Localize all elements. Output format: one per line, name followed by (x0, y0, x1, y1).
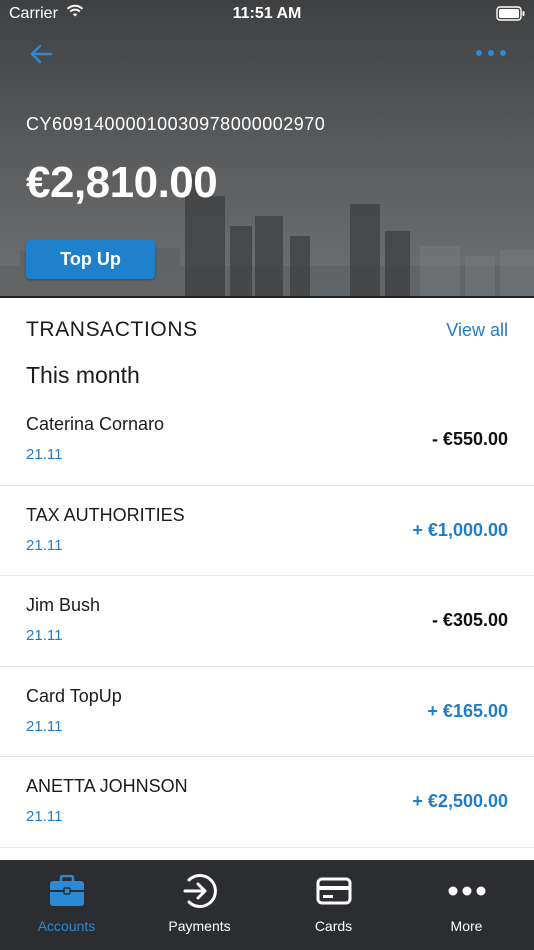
transaction-amount: + €1,000.00 (412, 519, 508, 540)
tab-more[interactable]: More (400, 860, 533, 950)
transaction-row[interactable]: Jim Bush 21.11 - €305.00 (0, 576, 534, 667)
transaction-name: Card TopUp (26, 685, 122, 706)
period-heading: This month (26, 362, 140, 388)
tab-label: Cards (314, 918, 353, 934)
transaction-date: 21.11 (26, 717, 63, 735)
transaction-amount: - €305.00 (431, 610, 508, 630)
tab-cards[interactable]: Cards (267, 860, 400, 950)
transaction-date: 21.11 (26, 627, 63, 644)
transaction-name: ANETTA JOHNSON (26, 776, 188, 796)
transaction-row[interactable]: Caterina Cornaro 21.11 - €550.00 (0, 395, 534, 486)
view-all-link[interactable]: View all (446, 320, 508, 341)
transaction-row[interactable]: TAX AUTHORITIES 21.11 + €1,000.00 (0, 486, 534, 576)
briefcase-icon (0, 872, 133, 910)
tab-accounts[interactable]: Accounts (0, 860, 133, 950)
card-icon (267, 872, 400, 910)
clock-time: 11:51 AM (232, 5, 302, 22)
dots-icon (400, 872, 533, 910)
more-options-icon[interactable] (474, 44, 508, 62)
transaction-name: Jim Bush (26, 595, 101, 615)
tab-label: Accounts (37, 918, 96, 934)
tab-label: Payments (168, 918, 231, 934)
transaction-date: 21.11 (26, 808, 63, 825)
transactions-title: TRANSACTIONS (26, 318, 198, 341)
transaction-date: 21.11 (26, 446, 63, 463)
bottom-tab-bar: Accounts Payments Cards More (0, 860, 534, 950)
top-up-button[interactable]: Top Up (26, 240, 155, 279)
transaction-row[interactable]: Card TopUp 21.11 + €165.00 (0, 667, 534, 757)
transaction-name: Caterina Cornaro (26, 414, 165, 434)
account-iban: CY60914000010030978000002970 (26, 114, 326, 134)
transaction-amount: - €550.00 (431, 429, 508, 449)
status-bar: Carrier 11:51 AM (0, 0, 534, 28)
transaction-list: Caterina Cornaro 21.11 - €550.00 TAX AUT… (0, 395, 534, 848)
account-balance: €2,810.00 (26, 158, 218, 207)
back-arrow-icon[interactable] (26, 40, 56, 68)
transaction-date: 21.11 (26, 536, 63, 554)
arrow-circle-icon (133, 872, 266, 910)
transaction-amount: + €2,500.00 (412, 791, 508, 811)
tab-label: More (450, 918, 483, 934)
tab-payments[interactable]: Payments (133, 860, 266, 950)
battery-icon (496, 6, 526, 26)
transaction-row[interactable]: ANETTA JOHNSON 21.11 + €2,500.00 (0, 757, 534, 848)
account-header: Carrier 11:51 AM CY609140000100309780000… (0, 0, 534, 298)
transaction-amount: + €165.00 (427, 700, 508, 721)
transaction-name: TAX AUTHORITIES (26, 504, 185, 525)
